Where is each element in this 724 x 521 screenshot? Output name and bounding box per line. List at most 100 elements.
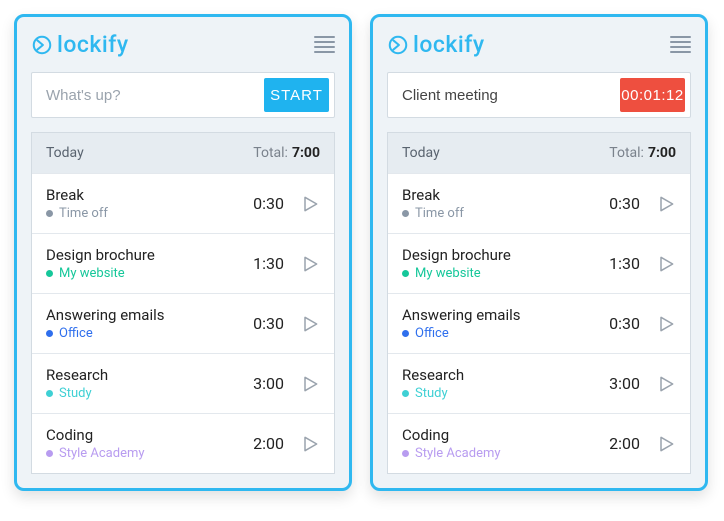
- play-icon[interactable]: [300, 313, 320, 335]
- menu-icon[interactable]: [314, 36, 335, 53]
- header: lockify: [387, 31, 691, 58]
- entry-title: Answering emails: [46, 306, 253, 324]
- time-entry: Answering emailsOffice0:30: [388, 293, 690, 353]
- total-value: 7:00: [292, 145, 320, 161]
- entry-duration: 0:30: [609, 314, 640, 333]
- play-icon[interactable]: [656, 193, 676, 215]
- entry-title: Research: [402, 366, 609, 384]
- entry-info: Coding Style Academy: [46, 426, 253, 461]
- entry-title: Break: [402, 186, 609, 204]
- entries-list: Today Total:7:00 Break Time off 0:30 Design b…: [387, 132, 691, 474]
- header: lockify: [31, 31, 335, 58]
- time-entry: Design brochure My website 1:30: [32, 233, 334, 293]
- time-entry: Break Time off 0:30: [388, 173, 690, 233]
- entry-info: Answering emailsOffice: [402, 306, 609, 341]
- logo: lockify: [31, 31, 129, 58]
- entry-duration: 1:30: [609, 254, 640, 273]
- entry-title: Coding: [402, 426, 609, 444]
- project-name: My website: [59, 266, 125, 281]
- entry-title: Design brochure: [402, 246, 609, 264]
- entry-project: Time off: [46, 206, 253, 221]
- entry-project: Style Academy: [46, 446, 253, 461]
- task-description-input[interactable]: [388, 73, 615, 117]
- time-entry: Break Time off 0:30: [32, 173, 334, 233]
- play-icon[interactable]: [300, 193, 320, 215]
- entry-duration: 0:30: [253, 314, 284, 333]
- project-dot-icon: [46, 270, 53, 277]
- entry-title: Research: [46, 366, 253, 384]
- clock-logo-icon: [31, 34, 53, 56]
- project-name: Office: [59, 326, 93, 341]
- project-dot-icon: [402, 390, 409, 397]
- entry-info: Design brochure My website: [46, 246, 253, 281]
- logo: lockify: [387, 31, 485, 58]
- project-dot-icon: [402, 330, 409, 337]
- play-icon[interactable]: [300, 373, 320, 395]
- play-icon[interactable]: [656, 433, 676, 455]
- time-entry: Research Study3:00: [32, 353, 334, 413]
- play-icon[interactable]: [656, 253, 676, 275]
- clock-logo-icon: [387, 34, 409, 56]
- time-entry: Coding Style Academy 2:00: [388, 413, 690, 473]
- entry-duration: 3:00: [253, 374, 284, 393]
- today-label: Today: [46, 145, 84, 161]
- menu-icon[interactable]: [670, 36, 691, 53]
- project-dot-icon: [402, 270, 409, 277]
- task-description-input[interactable]: [32, 73, 259, 117]
- entry-duration: 0:30: [609, 194, 640, 213]
- play-icon[interactable]: [300, 433, 320, 455]
- entry-project: My website: [402, 266, 609, 281]
- project-dot-icon: [46, 390, 53, 397]
- today-label: Today: [402, 145, 440, 161]
- project-dot-icon: [402, 210, 409, 217]
- entry-duration: 1:30: [253, 254, 284, 273]
- tracker-input-row: 00:01:12: [387, 72, 691, 118]
- entry-duration: 2:00: [609, 434, 640, 453]
- total-wrapper: Total:7:00: [253, 145, 320, 161]
- stop-timer-button[interactable]: 00:01:12: [620, 78, 685, 112]
- time-entry: Coding Style Academy 2:00: [32, 413, 334, 473]
- app-panel: lockify START Today Total:7:00 Break Time off…: [14, 14, 352, 491]
- brand-name: lockify: [57, 31, 129, 58]
- project-name: Study: [415, 386, 448, 401]
- time-entry: Design brochure My website 1:30: [388, 233, 690, 293]
- entry-title: Design brochure: [46, 246, 253, 264]
- entry-title: Coding: [46, 426, 253, 444]
- brand-name: lockify: [413, 31, 485, 58]
- project-name: My website: [415, 266, 481, 281]
- project-dot-icon: [46, 330, 53, 337]
- entry-project: Time off: [402, 206, 609, 221]
- project-name: Office: [415, 326, 449, 341]
- entry-project: Office: [46, 326, 253, 341]
- entries-list: Today Total:7:00 Break Time off 0:30 Design b…: [31, 132, 335, 474]
- project-dot-icon: [46, 210, 53, 217]
- entry-project: Study: [402, 386, 609, 401]
- entry-duration: 0:30: [253, 194, 284, 213]
- entry-project: Study: [46, 386, 253, 401]
- project-name: Style Academy: [415, 446, 501, 461]
- list-header: Today Total:7:00: [32, 133, 334, 173]
- entry-project: Style Academy: [402, 446, 609, 461]
- project-name: Time off: [415, 206, 464, 221]
- play-icon[interactable]: [300, 253, 320, 275]
- entry-duration: 2:00: [253, 434, 284, 453]
- entry-title: Break: [46, 186, 253, 204]
- time-entry: Research Study 3:00: [388, 353, 690, 413]
- entry-duration: 3:00: [609, 374, 640, 393]
- total-wrapper: Total:7:00: [609, 145, 676, 161]
- start-button[interactable]: START: [264, 78, 329, 112]
- app-panel: lockify 00:01:12 Today Total:7:00 Break Time …: [370, 14, 708, 491]
- tracker-input-row: START: [31, 72, 335, 118]
- project-dot-icon: [402, 450, 409, 457]
- play-icon[interactable]: [656, 313, 676, 335]
- entry-info: Answering emails Office: [46, 306, 253, 341]
- entry-info: Break Time off: [402, 186, 609, 221]
- entry-info: Research Study: [46, 366, 253, 401]
- time-entry: Answering emails Office 0:30: [32, 293, 334, 353]
- entry-info: Design brochure My website: [402, 246, 609, 281]
- entry-info: Coding Style Academy: [402, 426, 609, 461]
- project-name: Time off: [59, 206, 108, 221]
- play-icon[interactable]: [656, 373, 676, 395]
- project-name: Style Academy: [59, 446, 145, 461]
- list-header: Today Total:7:00: [388, 133, 690, 173]
